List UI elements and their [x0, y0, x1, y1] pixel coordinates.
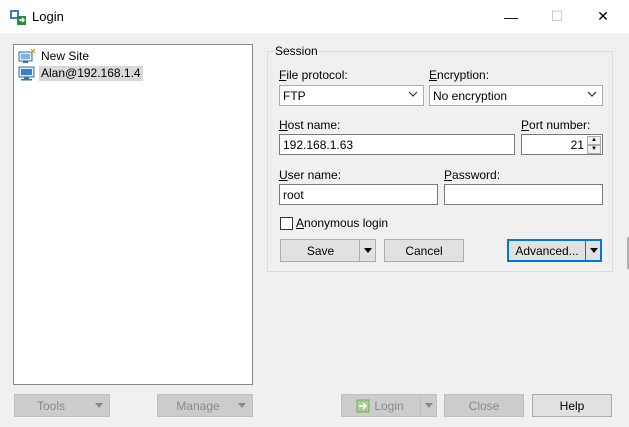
login-app-icon — [10, 10, 26, 25]
port-number-label: Port number: — [521, 118, 591, 132]
dropdown-arrow-icon — [94, 403, 103, 408]
login-button-label: Login — [374, 398, 404, 413]
minimize-icon: — — [504, 8, 518, 25]
save-dropdown-arrow[interactable] — [359, 240, 375, 261]
arrow-down-icon: ▼ — [591, 146, 597, 152]
file-protocol-value: FTP — [283, 88, 306, 103]
cancel-button[interactable]: Cancel — [384, 239, 464, 262]
tree-item-saved-site[interactable]: Alan@192.168.1.4 — [18, 65, 143, 82]
save-button[interactable]: Save — [280, 239, 376, 262]
maximize-icon: ☐ — [550, 8, 564, 24]
chevron-down-icon — [587, 91, 597, 97]
host-name-input[interactable]: 192.168.1.63 — [279, 134, 515, 155]
tools-button[interactable]: Tools — [14, 394, 110, 417]
window-title: Login — [32, 9, 64, 24]
site-tree[interactable]: New Site Alan@192.168.1.4 — [13, 44, 253, 385]
port-number-value: 21 — [570, 138, 584, 152]
close-button[interactable]: Close — [444, 394, 524, 417]
anonymous-login-checkbox[interactable] — [280, 217, 293, 230]
port-number-stepper[interactable]: 21 ▲ ▼ — [521, 134, 603, 155]
advanced-button-label: Advanced... — [515, 243, 579, 258]
advanced-button[interactable]: Advanced... — [507, 239, 602, 262]
anonymous-login-label[interactable]: Anonymous login — [296, 216, 388, 230]
login-icon — [356, 399, 370, 412]
help-button-label: Help — [559, 398, 585, 413]
maximize-button[interactable]: ☐ — [534, 0, 580, 33]
tools-dropdown-arrow — [91, 395, 106, 416]
new-site-icon — [18, 49, 36, 63]
dropdown-arrow-icon — [589, 248, 598, 253]
host-name-label: Host name: — [279, 118, 341, 132]
tree-item-new-site[interactable]: New Site — [18, 48, 91, 65]
minimize-button[interactable]: — — [488, 0, 534, 33]
user-name-input[interactable]: root — [279, 184, 438, 205]
chevron-down-icon — [408, 91, 418, 97]
encryption-select[interactable]: No encryption — [429, 85, 603, 106]
login-window: Login — ☐ ✕ New Site Alan@192.168.1.4 Se… — [0, 0, 629, 427]
tree-item-label: Alan@192.168.1.4 — [39, 66, 143, 81]
spin-down-button[interactable]: ▼ — [587, 145, 601, 154]
tools-button-label: Tools — [36, 398, 65, 413]
user-name-label: User name: — [279, 168, 342, 182]
save-button-label: Save — [306, 243, 335, 258]
login-button[interactable]: Login — [341, 394, 437, 417]
file-protocol-label: File protocol: — [279, 68, 348, 82]
advanced-dropdown-arrow[interactable] — [585, 240, 601, 261]
close-window-button[interactable]: ✕ — [580, 0, 626, 33]
manage-dropdown-arrow — [234, 395, 249, 416]
session-group-label: Session — [274, 44, 319, 58]
computer-icon — [18, 66, 35, 81]
title-bar[interactable]: Login — ☐ ✕ — [0, 0, 629, 33]
help-button[interactable]: Help — [532, 394, 612, 417]
cancel-button-label: Cancel — [405, 243, 443, 258]
manage-button[interactable]: Manage — [157, 394, 253, 417]
arrow-up-icon: ▲ — [591, 137, 597, 143]
password-input[interactable] — [444, 184, 603, 205]
close-button-label: Close — [468, 398, 500, 413]
encryption-value: No encryption — [433, 88, 508, 103]
dropdown-arrow-icon — [237, 403, 246, 408]
close-icon: ✕ — [597, 8, 609, 24]
login-dropdown-arrow — [420, 395, 436, 416]
dropdown-arrow-icon — [363, 248, 372, 253]
user-name-value: root — [283, 187, 304, 202]
password-label: Password: — [444, 168, 501, 182]
encryption-label: Encryption: — [429, 68, 490, 82]
manage-button-label: Manage — [176, 398, 220, 413]
file-protocol-select[interactable]: FTP — [279, 85, 424, 106]
dropdown-arrow-icon — [424, 403, 433, 408]
spin-up-button[interactable]: ▲ — [587, 136, 601, 145]
host-name-value: 192.168.1.63 — [283, 137, 354, 152]
tree-item-label: New Site — [41, 49, 90, 63]
